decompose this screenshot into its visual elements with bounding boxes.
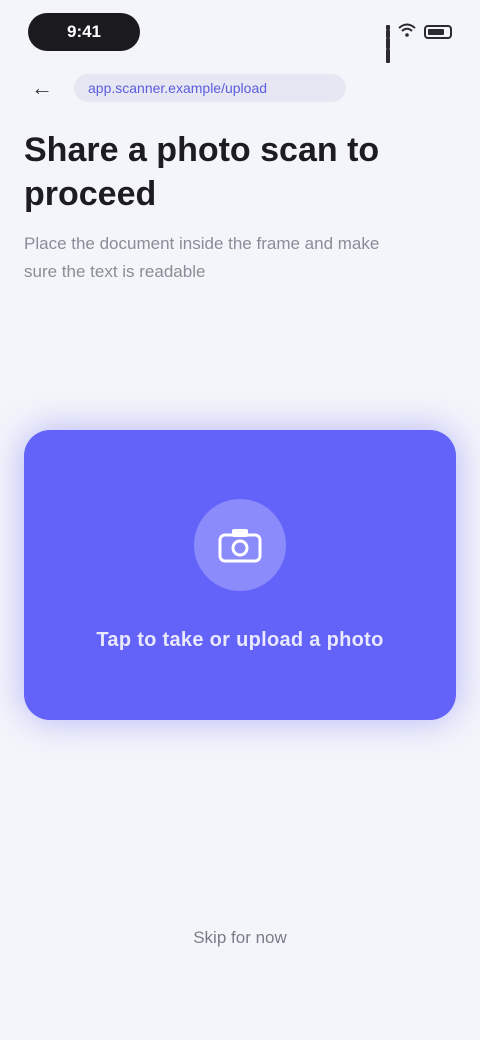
status-icons (386, 23, 452, 63)
battery-icon (424, 25, 452, 39)
status-time: 9:41 (66, 22, 102, 41)
top-bar: ← app.scanner.example/upload (24, 70, 456, 106)
page-title: Share a photo scan to proceed (24, 131, 380, 213)
wifi-icon (398, 23, 416, 42)
skip-link[interactable]: Skip for now (0, 928, 480, 948)
status-bar: 9:41 (0, 0, 480, 64)
arrow-left-icon: ← (31, 75, 53, 100)
back-button[interactable]: ← (24, 70, 60, 106)
page-subtitle: Place the document inside the frame and … (24, 234, 380, 281)
signal-icon (386, 25, 390, 63)
camera-icon (194, 498, 286, 591)
upload-label: Tap to take or upload a photo (96, 628, 384, 651)
upload-photo-button[interactable]: Tap to take or upload a photo (24, 430, 456, 720)
time-pill: 9:41 (28, 13, 140, 51)
url-chip: app.scanner.example/upload (74, 74, 346, 102)
url-text: app.scanner.example/upload (88, 80, 268, 96)
